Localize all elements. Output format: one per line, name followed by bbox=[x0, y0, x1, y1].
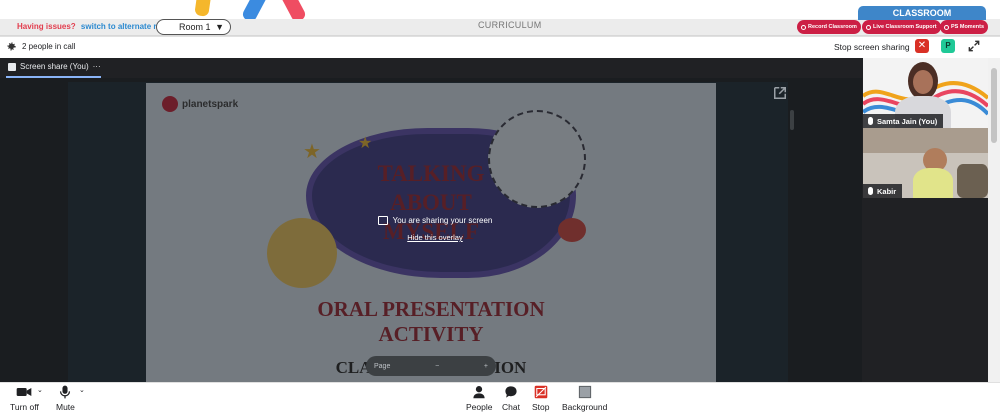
people-icon bbox=[473, 386, 485, 399]
video-camera-icon bbox=[17, 388, 32, 396]
scrollbar-thumb[interactable] bbox=[991, 68, 997, 143]
decoration-yellow-stroke bbox=[194, 0, 212, 17]
participant-badge[interactable]: P bbox=[941, 39, 955, 53]
screen-share-tab[interactable]: Screen share (You) ··· bbox=[8, 62, 101, 71]
mic-options-chevron-icon[interactable]: ⌄ bbox=[79, 386, 85, 394]
participant-video-sofa bbox=[957, 164, 988, 198]
participant-video-face bbox=[913, 70, 933, 94]
side-scrollbar[interactable] bbox=[988, 58, 1000, 382]
room-select-value: Room 1 bbox=[179, 22, 211, 32]
live-support-button[interactable]: Live Classroom Support bbox=[862, 20, 941, 34]
issue-notice: Having issues? switch to alternate room bbox=[17, 22, 173, 31]
ps-moments-button[interactable]: PS Moments bbox=[940, 20, 989, 34]
chat-icon bbox=[505, 386, 517, 398]
support-icon bbox=[866, 24, 871, 30]
record-icon bbox=[801, 24, 806, 30]
background-button[interactable]: Background bbox=[562, 385, 607, 412]
chevron-down-icon: ▼ bbox=[215, 22, 224, 32]
people-count: 2 people in call bbox=[22, 42, 76, 51]
screen-share-icon bbox=[8, 62, 16, 71]
inner-scroll-thumb[interactable] bbox=[790, 110, 794, 130]
participant-tile[interactable]: Kabir bbox=[863, 128, 988, 198]
sharing-message: You are sharing your screen bbox=[392, 216, 493, 225]
participant-video-body bbox=[913, 168, 953, 198]
mute-button[interactable]: Mute bbox=[56, 385, 75, 412]
share-tab-bar bbox=[0, 58, 862, 78]
page-controls: Page − + bbox=[366, 356, 496, 376]
participant-video-background bbox=[863, 128, 988, 153]
mic-icon bbox=[868, 117, 873, 125]
room-select[interactable]: Room 1 ▼ bbox=[156, 19, 231, 35]
gear-icon[interactable] bbox=[6, 41, 17, 52]
zoom-out-icon[interactable]: − bbox=[435, 363, 439, 370]
mic-icon bbox=[868, 187, 873, 195]
page-label: Page bbox=[374, 362, 391, 370]
record-classroom-button[interactable]: Record Classroom bbox=[797, 20, 861, 34]
participant-name-tag: Samta Jain (You) bbox=[863, 114, 944, 128]
fullscreen-icon[interactable] bbox=[967, 39, 981, 53]
present-screen-icon bbox=[377, 216, 388, 225]
zoom-in-icon[interactable]: + bbox=[484, 363, 488, 370]
issue-text: Having issues? bbox=[17, 22, 76, 31]
stop-sharing-label: Stop screen sharing bbox=[834, 42, 910, 52]
curriculum-label[interactable]: CURRICULUM bbox=[478, 20, 542, 30]
microphone-icon bbox=[60, 385, 71, 399]
stop-sharing-control-button[interactable]: Stop bbox=[532, 385, 550, 412]
sharing-overlay: You are sharing your screen Hide this ov… bbox=[360, 216, 510, 245]
participant-name-tag: Kabir bbox=[863, 184, 903, 198]
chat-button[interactable]: Chat bbox=[502, 385, 520, 412]
active-tab-indicator bbox=[6, 76, 101, 78]
background-icon bbox=[578, 385, 591, 399]
pop-out-icon[interactable] bbox=[770, 84, 790, 102]
stop-present-icon bbox=[534, 385, 548, 399]
bottom-control-bar bbox=[0, 382, 1000, 419]
classroom-tab[interactable]: CLASSROOM bbox=[858, 6, 986, 20]
stop-sharing-button[interactable]: ✕ bbox=[915, 39, 929, 53]
hide-overlay-link[interactable]: Hide this overlay bbox=[407, 233, 462, 242]
people-button[interactable]: People bbox=[466, 385, 492, 412]
camera-button[interactable]: Turn off bbox=[10, 385, 39, 412]
camera-options-chevron-icon[interactable]: ⌄ bbox=[37, 386, 43, 394]
participant-tile[interactable]: Samta Jain (You) bbox=[863, 58, 988, 128]
screen-share-tab-label: Screen share (You) bbox=[20, 62, 89, 71]
more-options-icon[interactable]: ··· bbox=[93, 62, 101, 71]
moments-icon bbox=[944, 24, 949, 30]
